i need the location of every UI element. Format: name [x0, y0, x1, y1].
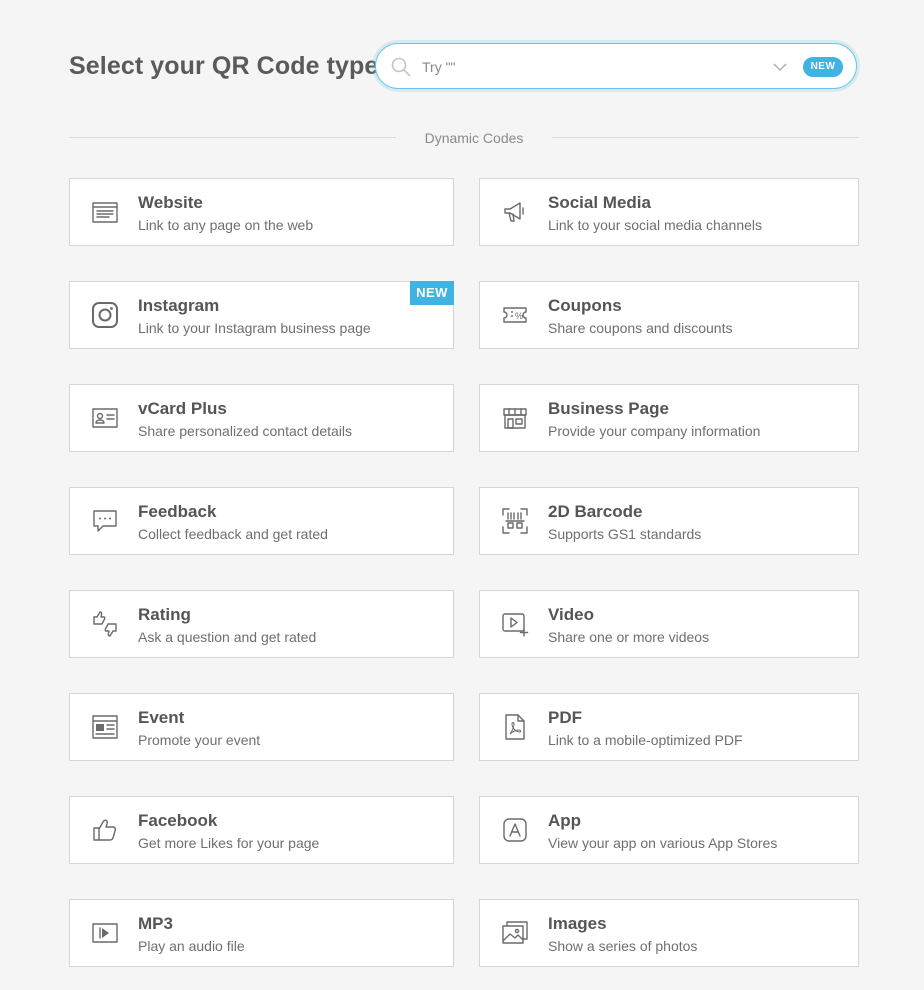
storefront-icon: [501, 404, 529, 432]
qr-type-card-video[interactable]: Video Share one or more videos: [479, 590, 859, 658]
qr-type-card-feedback[interactable]: Feedback Collect feedback and get rated: [69, 487, 454, 555]
instagram-icon: [91, 301, 119, 329]
card-title: App: [548, 811, 582, 830]
barcode-icon: [501, 507, 529, 535]
new-badge: NEW: [410, 281, 454, 305]
qr-type-search[interactable]: NEW: [375, 43, 857, 89]
qr-type-card-coupons[interactable]: % Coupons Share coupons and discounts: [479, 281, 859, 349]
contact-card-icon: [91, 404, 119, 432]
card-description: Share coupons and discounts: [548, 320, 733, 336]
search-input[interactable]: [422, 54, 752, 80]
qr-type-card-instagram[interactable]: Instagram Link to your Instagram business…: [69, 281, 454, 349]
svg-text:%: %: [515, 311, 523, 321]
images-icon: [501, 919, 529, 947]
audio-play-icon: [91, 919, 119, 947]
card-description: Share one or more videos: [548, 629, 710, 645]
card-title: Video: [548, 605, 594, 624]
page-title: Select your QR Code type: [69, 52, 379, 80]
qr-type-card-pdf[interactable]: PDF Link to a mobile-optimized PDF: [479, 693, 859, 761]
qr-type-card-social-media[interactable]: Social Media Link to your social media ch…: [479, 178, 859, 246]
card-title: 2D Barcode: [548, 502, 643, 521]
pdf-icon: [501, 713, 529, 741]
qr-type-card-app[interactable]: App View your app on various App Stores: [479, 796, 859, 864]
card-title: MP3: [138, 914, 173, 933]
search-icon: [390, 56, 412, 78]
video-add-icon: [501, 610, 529, 638]
section-label: Dynamic Codes: [424, 130, 524, 146]
card-description: Link to a mobile-optimized PDF: [548, 732, 743, 748]
card-description: Get more Likes for your page: [138, 835, 320, 851]
card-title: Event: [138, 708, 185, 727]
new-badge: NEW: [803, 57, 843, 77]
card-description: Link to any page on the web: [138, 217, 314, 233]
coupon-icon: %: [501, 301, 529, 329]
card-title: Images: [548, 914, 607, 933]
qr-type-card-mp3[interactable]: MP3 Play an audio file: [69, 899, 454, 967]
card-title: Coupons: [548, 296, 622, 315]
megaphone-icon: [501, 198, 529, 226]
card-title: Instagram: [138, 296, 220, 315]
card-description: Play an audio file: [138, 938, 245, 954]
card-title: vCard Plus: [138, 399, 227, 418]
qr-type-card-business-page[interactable]: Business Page Provide your company inform…: [479, 384, 859, 452]
divider-right: [552, 137, 859, 138]
card-description: Supports GS1 standards: [548, 526, 702, 542]
app-store-icon: [501, 816, 529, 844]
divider-left: [69, 137, 396, 138]
card-description: Ask a question and get rated: [138, 629, 317, 645]
website-icon: [91, 198, 119, 226]
chevron-down-icon[interactable]: [772, 59, 788, 75]
qr-type-card-rating[interactable]: Rating Ask a question and get rated: [69, 590, 454, 658]
card-title: Feedback: [138, 502, 217, 521]
card-description: Link to your Instagram business page: [138, 320, 371, 336]
card-title: Social Media: [548, 193, 651, 212]
calendar-icon: [91, 713, 119, 741]
card-description: Show a series of photos: [548, 938, 698, 954]
card-title: PDF: [548, 708, 582, 727]
qr-type-card-event[interactable]: Event Promote your event: [69, 693, 454, 761]
card-description: Share personalized contact details: [138, 423, 353, 439]
qr-type-card-website[interactable]: Website Link to any page on the web: [69, 178, 454, 246]
qr-type-card-images[interactable]: Images Show a series of photos: [479, 899, 859, 967]
card-description: Provide your company information: [548, 423, 761, 439]
card-title: Rating: [138, 605, 191, 624]
card-title: Business Page: [548, 399, 669, 418]
card-title: Website: [138, 193, 203, 212]
qr-type-card-facebook[interactable]: Facebook Get more Likes for your page: [69, 796, 454, 864]
thumbs-up-down-icon: [91, 610, 119, 638]
card-title: Facebook: [138, 811, 218, 830]
qr-type-card-2d-barcode[interactable]: 2D Barcode Supports GS1 standards: [479, 487, 859, 555]
qr-type-card-vcard-plus[interactable]: vCard Plus Share personalized contact det…: [69, 384, 454, 452]
card-description: Collect feedback and get rated: [138, 526, 328, 542]
chat-bubble-icon: [91, 507, 119, 535]
card-description: View your app on various App Stores: [548, 835, 778, 851]
card-description: Link to your social media channels: [548, 217, 763, 233]
card-description: Promote your event: [138, 732, 261, 748]
thumbs-up-icon: [91, 816, 119, 844]
